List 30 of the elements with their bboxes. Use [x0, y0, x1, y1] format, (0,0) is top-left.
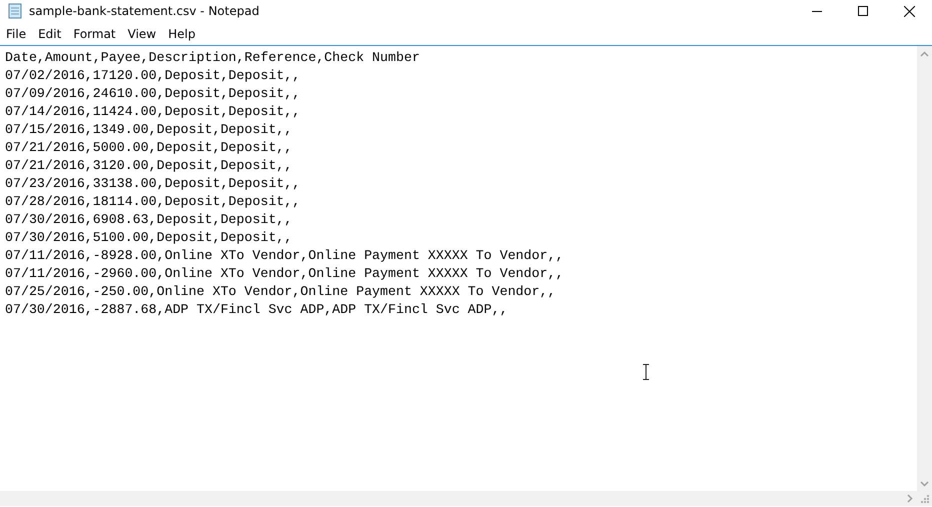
menu-item[interactable]: Format	[67, 24, 122, 44]
minimize-icon	[812, 10, 822, 12]
text-line: 07/14/2016,11424.00,Deposit,Deposit,,	[5, 103, 300, 121]
text-line: 07/30/2016,-2887.68,ADP TX/Fincl Svc ADP,ADP TX/Fincl Svc ADP,,	[5, 301, 508, 319]
text-line: 07/02/2016,17120.00,Deposit,Deposit,,	[5, 67, 300, 85]
text-line: Date,Amount,Payee,Description,Reference,Check Number	[5, 49, 420, 67]
text-line: 07/15/2016,1349.00,Deposit,Deposit,,	[5, 121, 292, 139]
text-line: 07/21/2016,5000.00,Deposit,Deposit,,	[5, 139, 292, 157]
close-icon	[904, 6, 914, 16]
text-line: 07/23/2016,33138.00,Deposit,Deposit,,	[5, 175, 300, 193]
text-line: 07/21/2016,3120.00,Deposit,Deposit,,	[5, 157, 292, 175]
text-cursor-icon	[642, 364, 650, 380]
scroll-right-icon[interactable]	[906, 494, 912, 503]
text-line: 07/28/2016,18114.00,Deposit,Deposit,,	[5, 193, 300, 211]
text-line: 07/11/2016,-8928.00,Online XTo Vendor,Online Payment XXXXX To Vendor,,	[5, 247, 564, 265]
text-line: 07/30/2016,5100.00,Deposit,Deposit,,	[5, 229, 292, 247]
text-line: 07/30/2016,6908.63,Deposit,Deposit,,	[5, 211, 292, 229]
scroll-up-icon[interactable]	[920, 50, 929, 56]
menu-item[interactable]: View	[122, 24, 162, 44]
text-line: 07/11/2016,-2960.00,Online XTo Vendor,Online Payment XXXXX To Vendor,,	[5, 265, 564, 283]
menu-item[interactable]: Help	[162, 24, 202, 44]
notepad-icon	[7, 3, 23, 19]
text-line: 07/25/2016,-250.00,Online XTo Vendor,Online Payment XXXXX To Vendor,,	[5, 283, 556, 301]
menu-item[interactable]: File	[0, 24, 32, 44]
maximize-icon	[858, 6, 868, 16]
text-line: 07/09/2016,24610.00,Deposit,Deposit,,	[5, 85, 300, 103]
scroll-down-icon[interactable]	[920, 480, 929, 486]
window-title: sample-bank-statement.csv - Notepad	[29, 4, 260, 18]
menu-item[interactable]: Edit	[32, 24, 68, 44]
resize-grip-icon[interactable]	[920, 494, 929, 503]
